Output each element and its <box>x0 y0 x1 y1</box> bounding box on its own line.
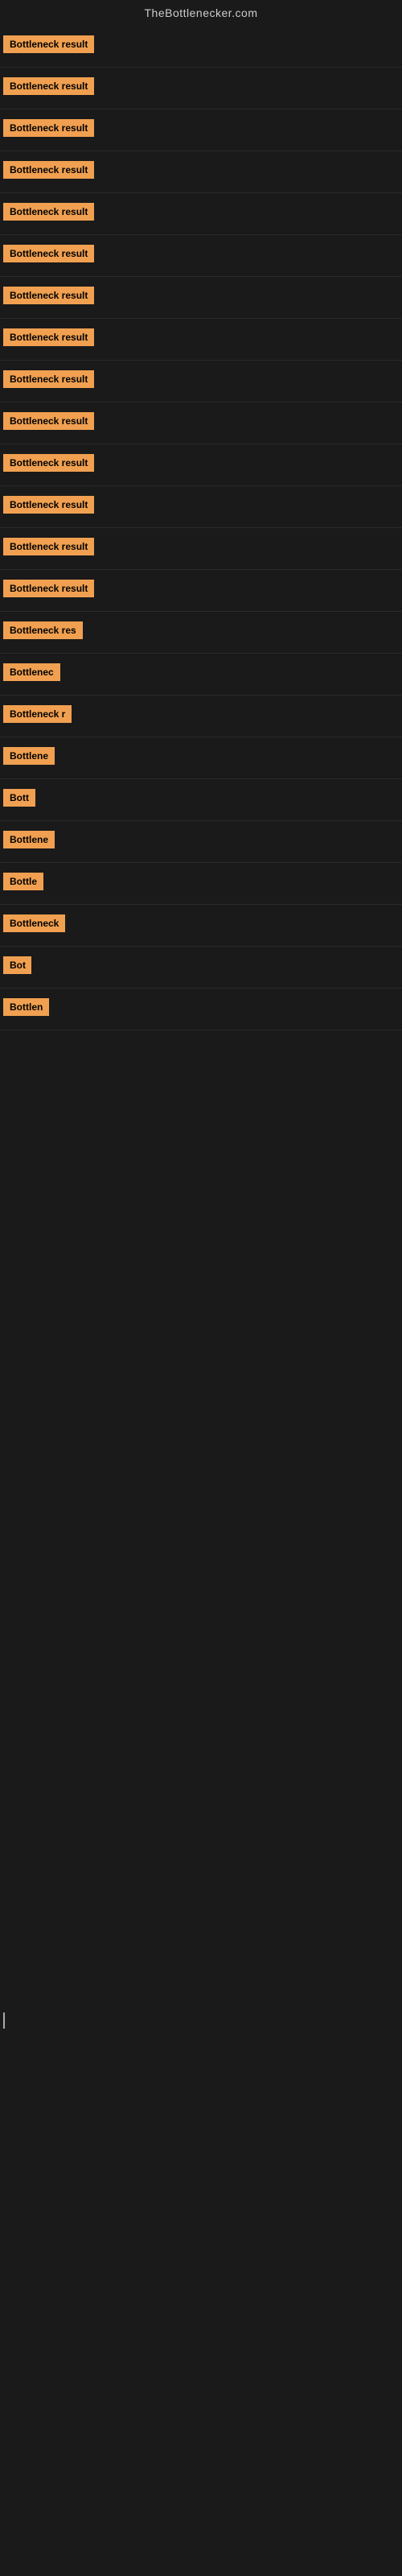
bottleneck-badge[interactable]: Bottleneck result <box>3 412 94 430</box>
list-item: Bottlene <box>0 821 402 863</box>
bottleneck-badge[interactable]: Bottleneck result <box>3 538 94 555</box>
bottleneck-badge[interactable]: Bottleneck result <box>3 35 94 53</box>
list-item: Bottleneck result <box>0 151 402 193</box>
bottleneck-badge[interactable]: Bottleneck <box>3 914 65 932</box>
list-item: Bott <box>0 779 402 821</box>
list-item: Bottleneck res <box>0 612 402 654</box>
list-item: Bottleneck result <box>0 444 402 486</box>
list-item: Bottleneck r <box>0 696 402 737</box>
site-title: TheBottlenecker.com <box>0 0 402 26</box>
list-item: Bottleneck result <box>0 235 402 277</box>
list-item: Bottleneck result <box>0 486 402 528</box>
list-item: Bottlen <box>0 989 402 1030</box>
bottleneck-badge[interactable]: Bottleneck result <box>3 245 94 262</box>
list-item: Bottlene <box>0 737 402 779</box>
bottleneck-badge[interactable]: Bottle <box>3 873 43 890</box>
bottleneck-badge[interactable]: Bottleneck result <box>3 454 94 472</box>
bottleneck-badge[interactable]: Bottleneck result <box>3 119 94 137</box>
list-item: Bottle <box>0 863 402 905</box>
bottleneck-badge[interactable]: Bottleneck result <box>3 287 94 304</box>
list-item: Bottleneck result <box>0 361 402 402</box>
bottleneck-badge[interactable]: Bottlene <box>3 747 55 765</box>
bottleneck-badge[interactable]: Bottleneck result <box>3 328 94 346</box>
bottleneck-badge[interactable]: Bottleneck result <box>3 370 94 388</box>
bottleneck-badge[interactable]: Bott <box>3 789 35 807</box>
list-item: Bottleneck result <box>0 26 402 68</box>
list-item: Bottleneck result <box>0 68 402 109</box>
bottleneck-badge[interactable]: Bottleneck result <box>3 161 94 179</box>
bottleneck-badge[interactable]: Bottleneck res <box>3 621 83 639</box>
list-item: Bottleneck result <box>0 528 402 570</box>
list-item: Bottlenec <box>0 654 402 696</box>
list-item: Bottleneck result <box>0 193 402 235</box>
bottleneck-badge[interactable]: Bottlene <box>3 831 55 848</box>
list-item: Bottleneck <box>0 905 402 947</box>
list-item: Bottleneck result <box>0 319 402 361</box>
bottleneck-badge[interactable]: Bot <box>3 956 31 974</box>
bottleneck-badge[interactable]: Bottleneck result <box>3 496 94 514</box>
list-item: Bottleneck result <box>0 402 402 444</box>
list-item: Bottleneck result <box>0 277 402 319</box>
bottleneck-badge[interactable]: Bottleneck r <box>3 705 72 723</box>
bottleneck-badge[interactable]: Bottleneck result <box>3 77 94 95</box>
bottleneck-badge[interactable]: Bottlen <box>3 998 49 1016</box>
bottleneck-badge[interactable]: Bottlenec <box>3 663 60 681</box>
list-item: Bottleneck result <box>0 570 402 612</box>
bottleneck-badge[interactable]: Bottleneck result <box>3 580 94 597</box>
list-item: Bot <box>0 947 402 989</box>
items-container: Bottleneck result Bottleneck result Bottle… <box>0 26 402 1030</box>
bottleneck-badge[interactable]: Bottleneck result <box>3 203 94 221</box>
list-item: Bottleneck result <box>0 109 402 151</box>
cursor-line <box>3 2013 5 2029</box>
